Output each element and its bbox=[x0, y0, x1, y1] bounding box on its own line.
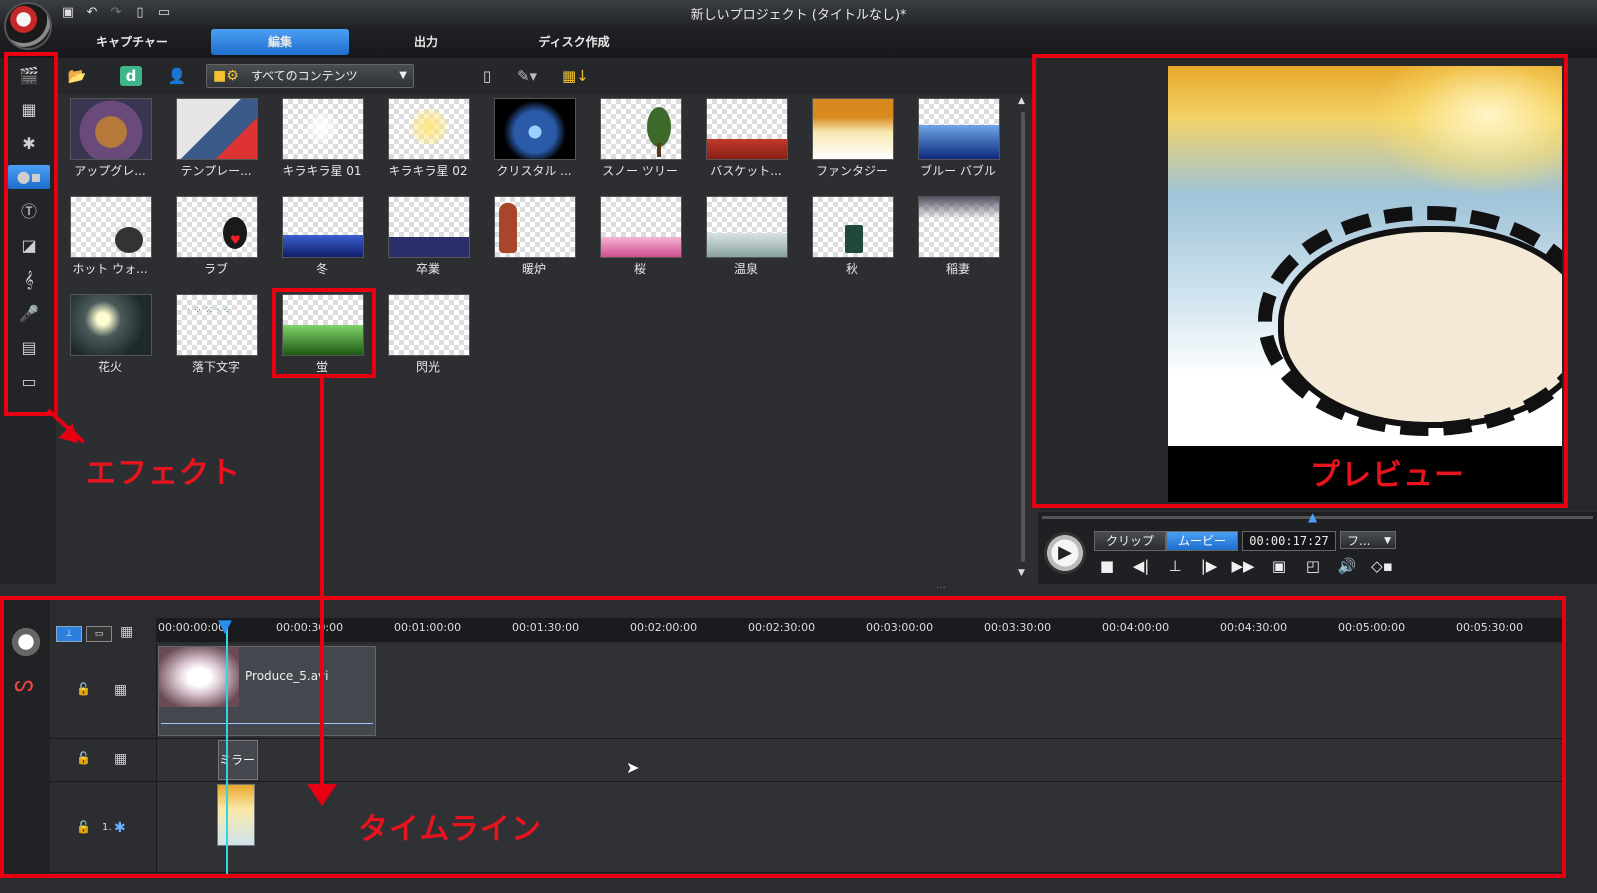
annotation-box-timeline bbox=[0, 596, 1566, 878]
library-item[interactable]: クリスタル ... bbox=[486, 98, 582, 190]
tab-produce[interactable]: 出力 bbox=[366, 29, 486, 55]
library-item[interactable]: アップグレ... bbox=[62, 98, 158, 190]
split-icon[interactable]: ⊥ bbox=[1163, 556, 1187, 576]
thumbnail bbox=[70, 98, 152, 160]
library-item[interactable]: 卒業 bbox=[380, 196, 476, 288]
library-item[interactable]: ♥ ラブ bbox=[168, 196, 264, 288]
thumbnail bbox=[494, 196, 576, 258]
volume-icon[interactable]: 🔊 bbox=[1335, 556, 1359, 576]
library-item[interactable]: バスケット... bbox=[698, 98, 794, 190]
library-item[interactable]: 秋 bbox=[804, 196, 900, 288]
stop-icon[interactable]: ■ bbox=[1095, 556, 1119, 576]
annotation-box-preview bbox=[1032, 54, 1568, 508]
library-item[interactable]: 桜 bbox=[592, 196, 688, 288]
thumbnail bbox=[176, 98, 258, 160]
tab-disc[interactable]: ディスク作成 bbox=[510, 29, 638, 55]
library-item[interactable]: ファンタジー bbox=[804, 98, 900, 190]
thumbnail bbox=[388, 294, 470, 356]
thumbnail bbox=[70, 196, 152, 258]
thumbnail bbox=[388, 196, 470, 258]
timecode-field[interactable]: 00:00:17:27 bbox=[1242, 531, 1336, 551]
annotation-arrow-line bbox=[320, 378, 324, 798]
thumbnail bbox=[918, 98, 1000, 160]
display-options-icon[interactable]: ◇▪ bbox=[1370, 556, 1394, 576]
directorzone-icon[interactable]: d bbox=[120, 66, 142, 86]
next-frame-icon[interactable]: |▶ bbox=[1197, 556, 1221, 576]
tab-capture[interactable]: キャプチャー bbox=[70, 29, 194, 55]
play-button[interactable]: ▶ bbox=[1044, 532, 1086, 574]
annotation-box-effect bbox=[4, 52, 58, 416]
thumbnail bbox=[812, 98, 894, 160]
snapshot-icon[interactable]: ▣ bbox=[1267, 556, 1291, 576]
window-title: 新しいプロジェクト (タイトルなし)* bbox=[690, 8, 907, 23]
download-users-icon[interactable]: 👤 bbox=[166, 66, 188, 86]
preview-scrubber[interactable]: ▲ bbox=[1042, 510, 1593, 524]
thumbnail bbox=[600, 98, 682, 160]
library-item[interactable]: 花火 bbox=[62, 294, 158, 386]
thumbnail: · ⁘ ⁙ · ⁘ bbox=[176, 294, 258, 356]
library-scrollbar[interactable]: ▲ ▼ bbox=[1018, 96, 1028, 578]
annotation-label-timeline: タイムライン bbox=[358, 812, 542, 847]
library-item[interactable]: ブルー バブル bbox=[910, 98, 1006, 190]
thumbnail bbox=[706, 98, 788, 160]
content-filter-select[interactable]: ■⚙ すべてのコンテンツ ▼ bbox=[206, 64, 414, 88]
folder-gear-icon: ■⚙ bbox=[213, 68, 239, 84]
library-item[interactable]: キラキラ星 02 bbox=[380, 98, 476, 190]
annotation-box-selected-item bbox=[272, 288, 376, 378]
preview-window-icon[interactable]: ◰ bbox=[1301, 556, 1325, 576]
thumbnail bbox=[918, 196, 1000, 258]
library-item[interactable]: ホット ウォ... bbox=[62, 196, 158, 288]
app-logo[interactable] bbox=[6, 4, 50, 48]
scroll-down-icon[interactable]: ▼ bbox=[1018, 568, 1025, 578]
previous-frame-icon[interactable]: ◀| bbox=[1129, 556, 1153, 576]
view-grid-icon[interactable]: ▦↓ bbox=[562, 66, 589, 86]
library-item[interactable]: 温泉 bbox=[698, 196, 794, 288]
scrubber-handle[interactable]: ▲ bbox=[1308, 510, 1317, 524]
library-item[interactable]: 冬 bbox=[274, 196, 370, 288]
thumbnail: ♥ bbox=[176, 196, 258, 258]
library-item[interactable]: 閃光 bbox=[380, 294, 476, 386]
thumbnail bbox=[282, 98, 364, 160]
tab-edit[interactable]: 編集 bbox=[211, 29, 349, 55]
annotation-label-effect: エフェクト bbox=[86, 456, 241, 491]
thumbnail bbox=[600, 196, 682, 258]
library-panel: 📂 d 👤 ■⚙ すべてのコンテンツ ▼ ▯ ✎▾ ▦↓ アップグレ... テン… bbox=[56, 58, 1034, 584]
thumbnail bbox=[494, 98, 576, 160]
chevron-down-icon: ▼ bbox=[1384, 536, 1391, 546]
import-folder-icon[interactable]: 📂 bbox=[66, 66, 88, 86]
thumbnail bbox=[388, 98, 470, 160]
annotation-label-preview: プレビュー bbox=[1310, 458, 1465, 493]
new-document-icon[interactable]: ▯ bbox=[476, 66, 498, 86]
scroll-up-icon[interactable]: ▲ bbox=[1018, 96, 1025, 106]
movie-mode-button[interactable]: ムービー bbox=[1166, 531, 1238, 551]
annotation-arrow-head bbox=[307, 784, 337, 806]
library-item[interactable]: テンプレー... bbox=[168, 98, 264, 190]
thumbnail bbox=[812, 196, 894, 258]
edit-tools-icon[interactable]: ✎▾ bbox=[516, 66, 538, 86]
clip-mode-button[interactable]: クリップ bbox=[1094, 531, 1166, 551]
library-item[interactable]: 暖炉 bbox=[486, 196, 582, 288]
thumbnail bbox=[706, 196, 788, 258]
quality-select[interactable]: フ... ▼ bbox=[1340, 531, 1396, 549]
library-item[interactable]: 稲妻 bbox=[910, 196, 1006, 288]
library-item[interactable]: スノー ツリー bbox=[592, 98, 688, 190]
thumbnail bbox=[282, 196, 364, 258]
library-item[interactable]: キラキラ星 01 bbox=[274, 98, 370, 190]
fast-forward-icon[interactable]: ▶▶ bbox=[1231, 556, 1255, 576]
play-icon: ▶ bbox=[1058, 542, 1072, 563]
library-item[interactable]: · ⁘ ⁙ · ⁘ 落下文字 bbox=[168, 294, 264, 386]
library-toolbar: 📂 d 👤 ■⚙ すべてのコンテンツ ▼ ▯ ✎▾ ▦↓ bbox=[56, 58, 1034, 94]
thumbnail bbox=[70, 294, 152, 356]
chevron-down-icon: ▼ bbox=[399, 70, 407, 81]
